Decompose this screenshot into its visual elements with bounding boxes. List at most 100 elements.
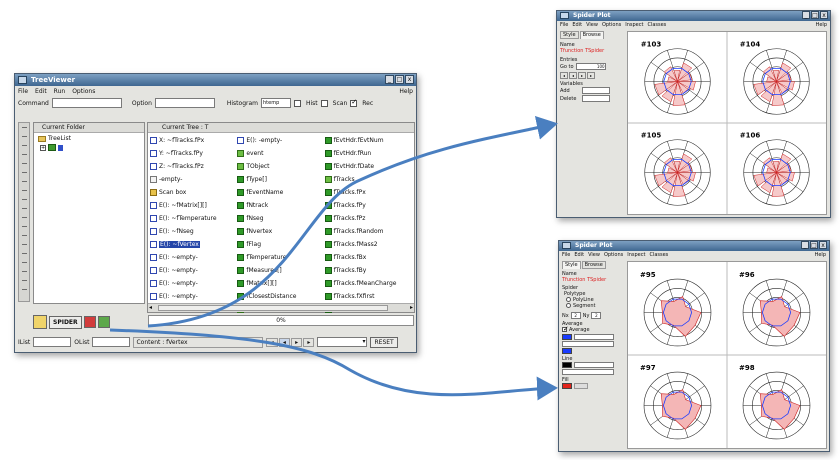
spider-top-canvas[interactable]: #103 #104 #105 #106	[627, 31, 827, 215]
line-width-select[interactable]	[562, 369, 614, 375]
polyline-radio[interactable]	[566, 297, 571, 302]
average-width-select[interactable]	[562, 341, 614, 347]
tree-item[interactable]: fTracks.fPz	[324, 212, 412, 225]
tree-item[interactable]: E(): ~empty-	[150, 251, 237, 264]
menu-view[interactable]: View	[586, 22, 598, 28]
last-entry-icon[interactable]: ▸	[587, 72, 595, 79]
spider-bottom-canvas[interactable]: #95 #96 #97 #98	[627, 261, 827, 449]
tree-item[interactable]: fTracks.fRandom	[324, 225, 412, 238]
menu-inspect[interactable]: Inspect	[625, 22, 643, 28]
tree-item[interactable]: fMeasures[]	[237, 264, 324, 277]
tree-item[interactable]: fTracks.fBx	[324, 251, 412, 264]
minimize-icon[interactable]: _	[801, 241, 809, 249]
tree-item[interactable]: E(): ~fTemperature	[150, 212, 237, 225]
average-checkbox[interactable]	[562, 325, 569, 333]
menu-help[interactable]: Help	[816, 22, 827, 28]
histogram-input[interactable]: htemp	[261, 98, 291, 108]
tab-style[interactable]: Style	[562, 261, 581, 269]
menu-edit[interactable]: Edit	[572, 22, 582, 28]
minimize-icon[interactable]: _	[385, 75, 394, 84]
reset-button[interactable]: RESET	[370, 336, 398, 348]
tree-item[interactable]: E(): ~empty-	[150, 264, 237, 277]
spider-button[interactable]: SPIDER	[49, 315, 82, 329]
tab-browse[interactable]: Browse	[581, 261, 606, 269]
menu-run[interactable]: Run	[54, 88, 66, 95]
menu-options[interactable]: Options	[72, 88, 95, 95]
add-input[interactable]	[582, 87, 610, 94]
tree-node-item[interactable]: +	[34, 144, 144, 151]
nx-input[interactable]: 2	[570, 312, 581, 319]
close-icon[interactable]: x	[820, 11, 828, 19]
tree-item[interactable]: E(): ~fVertex	[150, 238, 237, 251]
tree-item[interactable]: event	[237, 147, 324, 160]
spider-icon[interactable]	[33, 315, 47, 329]
tree-item[interactable]: fClosestDistance	[237, 290, 324, 303]
menu-help[interactable]: Help	[399, 88, 413, 95]
refresh-icon[interactable]	[97, 316, 110, 328]
treelist-item[interactable]: TreeList	[34, 133, 144, 144]
next-icon[interactable]: ▸	[290, 337, 303, 347]
ilist-input[interactable]	[33, 337, 72, 347]
scan-checkbox[interactable]	[320, 99, 328, 107]
menu-view[interactable]: View	[588, 252, 600, 258]
menu-help[interactable]: Help	[815, 252, 826, 258]
tree-item[interactable]: -empty-	[150, 173, 237, 186]
last-icon[interactable]: ▸	[303, 337, 315, 347]
tree-item[interactable]: fTracks.fPx	[324, 186, 412, 199]
tree-item[interactable]: E(): -empty-	[237, 134, 324, 147]
history-nav-icons[interactable]: ◂ ◂ ▸ ▸	[266, 337, 315, 347]
tree-item[interactable]: fNseg	[237, 212, 324, 225]
average-fill-swatch[interactable]	[562, 348, 572, 354]
tree-item[interactable]: X: ~fTracks.fPx	[150, 134, 237, 147]
rec-checkbox[interactable]	[350, 98, 358, 107]
tree-item[interactable]: fTemperature	[237, 251, 324, 264]
tree-item[interactable]: E(): ~fMatrix[][]	[150, 199, 237, 212]
goto-input[interactable]: 100	[575, 63, 606, 70]
tree-item[interactable]: fEvtHdr.fRun	[324, 147, 412, 160]
next-entry-icon[interactable]: ▸	[578, 72, 586, 79]
menu-classes[interactable]: Classes	[647, 22, 666, 28]
prev-icon[interactable]: ◂	[278, 337, 290, 347]
expand-icon[interactable]: +	[40, 144, 46, 151]
menu-edit[interactable]: Edit	[574, 252, 584, 258]
tree-item[interactable]: fTracks.fMass2	[324, 238, 412, 251]
average-color-swatch[interactable]	[562, 334, 572, 340]
tree-item[interactable]: fTracks	[324, 173, 412, 186]
menu-file[interactable]: File	[560, 22, 568, 28]
tree-item[interactable]: Scan box	[150, 186, 237, 199]
fill-color-swatch[interactable]	[562, 383, 572, 389]
tree-item[interactable]: Z: ~fTracks.fPz	[150, 160, 237, 173]
hist-checkbox[interactable]	[294, 99, 301, 107]
tree-item[interactable]: fEvtHdr.fEvtNum	[324, 134, 412, 147]
menu-options[interactable]: Options	[602, 22, 621, 28]
first-entry-icon[interactable]: ◂	[560, 72, 568, 79]
tab-browse[interactable]: Browse	[579, 31, 604, 39]
tree-viewer-titlebar[interactable]: TreeViewer _ □ x	[15, 74, 416, 86]
tree-item[interactable]: fMatrix[][]	[237, 277, 324, 290]
tree-item[interactable]: fTracks.fPy	[324, 199, 412, 212]
tree-item[interactable]: fEventName	[237, 186, 324, 199]
close-icon[interactable]: x	[405, 75, 414, 84]
delete-input[interactable]	[582, 95, 610, 102]
tree-item[interactable]: fNtrack	[237, 199, 324, 212]
line-color-swatch[interactable]	[562, 362, 572, 368]
scroll-thumb[interactable]	[158, 305, 388, 311]
tree-item[interactable]: TObject	[237, 160, 324, 173]
maximize-icon[interactable]: □	[811, 11, 819, 19]
maximize-icon[interactable]: □	[395, 75, 404, 84]
tree-item[interactable]: E(): ~fNseg	[150, 225, 237, 238]
average-style-select[interactable]	[574, 334, 614, 340]
scroll-right-icon[interactable]: ▸	[410, 304, 413, 311]
fill-pattern-select[interactable]	[574, 383, 588, 389]
tree-item[interactable]: fTracks.fMeanCharge	[324, 277, 412, 290]
maximize-icon[interactable]: □	[810, 241, 818, 249]
tab-style[interactable]: Style	[560, 31, 579, 39]
scroll-left-icon[interactable]: ◂	[149, 304, 152, 311]
option-input[interactable]	[154, 98, 215, 108]
menu-edit[interactable]: Edit	[35, 88, 47, 95]
menu-file[interactable]: File	[18, 88, 28, 95]
tree-item[interactable]: E(): ~empty-	[150, 277, 237, 290]
tree-item[interactable]: fNvertex	[237, 225, 324, 238]
first-icon[interactable]: ◂	[266, 337, 278, 347]
tree-item[interactable]: Y: ~fTracks.fPy	[150, 147, 237, 160]
